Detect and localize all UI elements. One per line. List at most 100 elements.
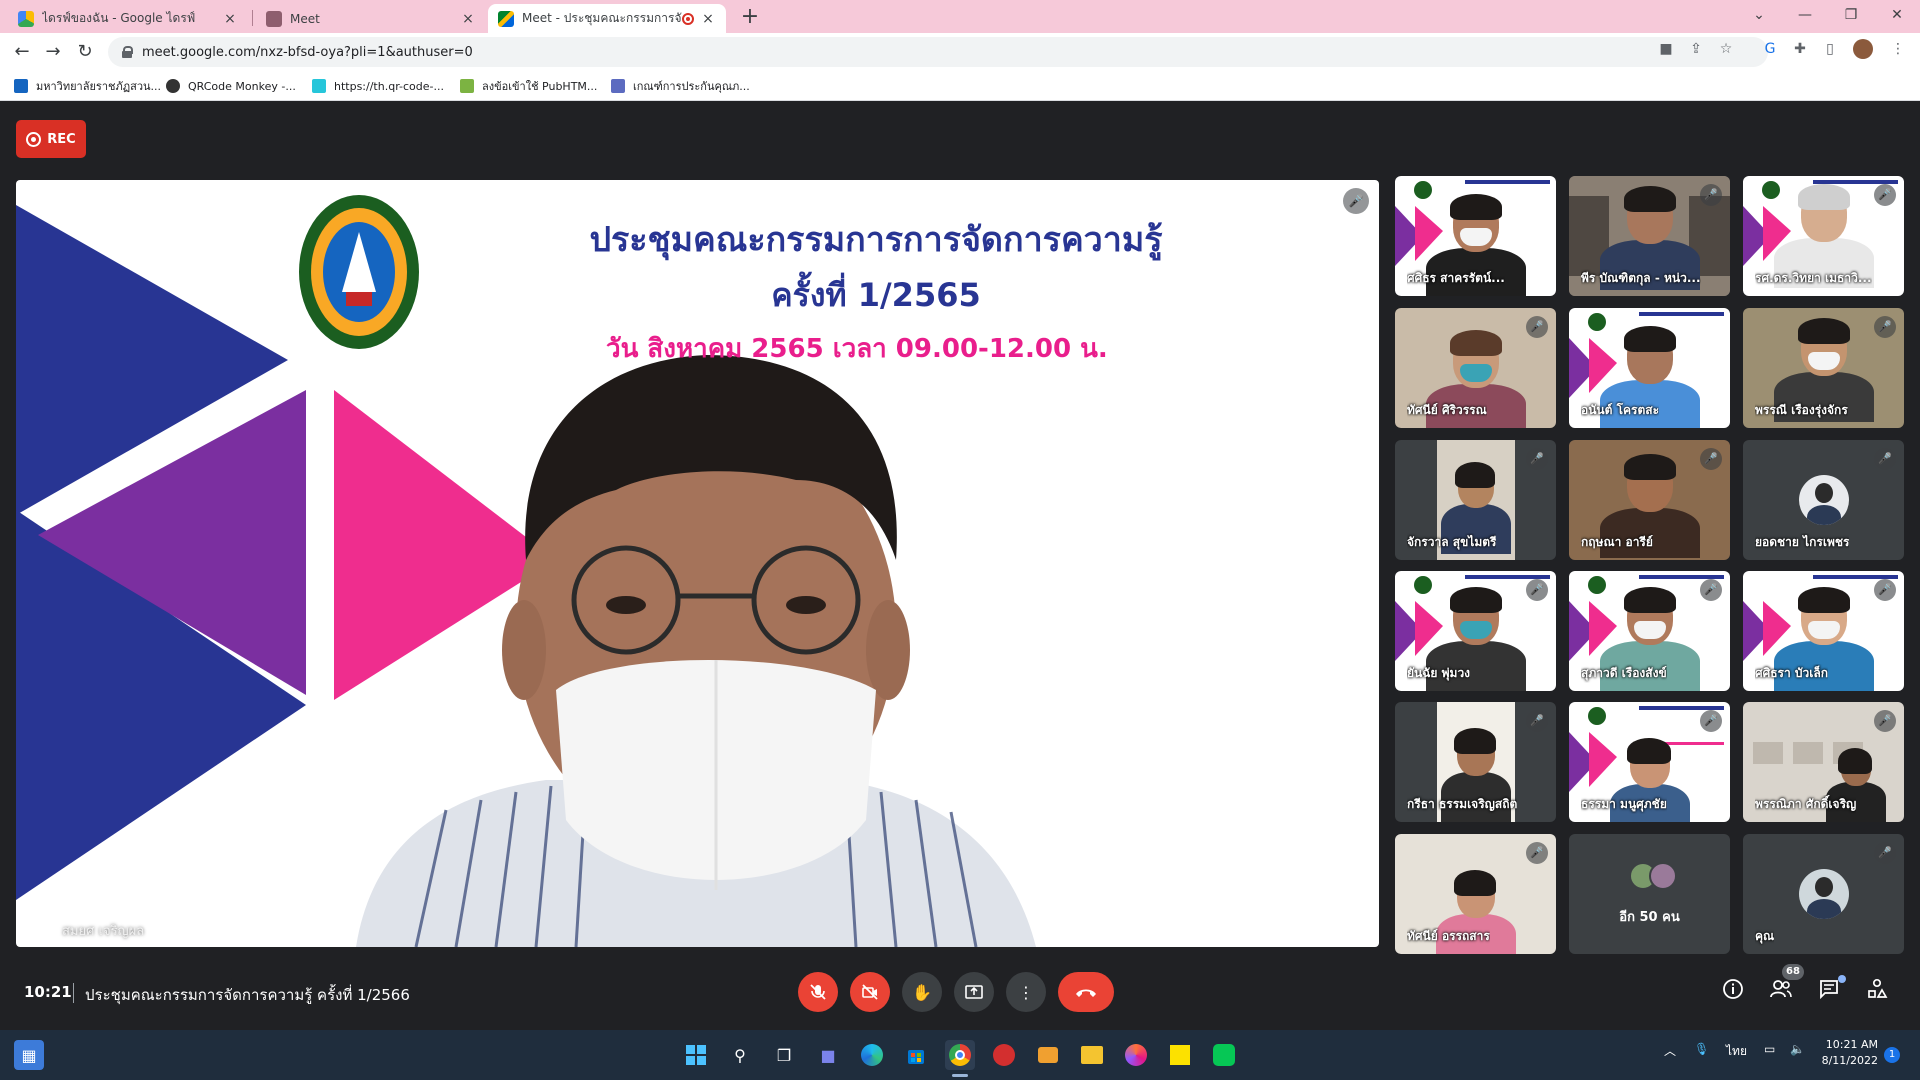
tab-meet-active[interactable]: Meet - ประชุมคณะกรรมการจัด × xyxy=(488,4,726,33)
participant-tile[interactable]: 🎤 พีร บัณฑิตกุล - หน่ว... xyxy=(1569,176,1730,296)
acrobat-icon[interactable] xyxy=(989,1040,1019,1070)
file-explorer-icon[interactable] xyxy=(1077,1040,1107,1070)
bookmark-item[interactable]: ลงข้อเข้าใช้ PubHTM... xyxy=(460,77,597,95)
tab-search-icon[interactable]: ⌄ xyxy=(1736,0,1782,30)
extensions-puzzle-icon[interactable]: ✚ xyxy=(1790,39,1810,59)
sticky-notes-icon[interactable] xyxy=(1165,1040,1195,1070)
close-tab-icon[interactable]: × xyxy=(460,11,476,27)
participant-tile[interactable]: 🎤 ยอดชาย ไกรเพชร xyxy=(1743,440,1904,560)
participant-tile[interactable]: อนันต์ โครตสะ xyxy=(1569,308,1730,428)
language-indicator[interactable]: ไทย xyxy=(1726,1042,1747,1061)
participant-tile[interactable]: 🎤 จักรวาล สุขไมตรี xyxy=(1395,440,1556,560)
qrcode-monkey-icon xyxy=(166,79,180,93)
participant-tile[interactable]: 🎤 รศ.ดร.วิทยา เมธาวิ... xyxy=(1743,176,1904,296)
edge-browser-icon[interactable] xyxy=(857,1040,887,1070)
mic-muted-icon: 🎤 xyxy=(1874,579,1896,601)
teams-chat-icon[interactable]: ■ xyxy=(813,1040,843,1070)
participant-tile[interactable]: 🎤 ทัศนีย์ อรรถสาร xyxy=(1395,834,1556,954)
minimize-icon[interactable]: — xyxy=(1782,0,1828,30)
media-player-icon[interactable] xyxy=(1033,1040,1063,1070)
participant-name: ศศิธรา บัวเล็ก xyxy=(1755,666,1828,680)
bookmark-item[interactable]: QRCode Monkey -... xyxy=(166,77,296,95)
participant-tile[interactable]: ศศิธร สาครรัตน์... xyxy=(1395,176,1556,296)
participant-tile[interactable]: 🎤 ธรรมา มนูศุภชัย xyxy=(1569,702,1730,822)
mic-muted-icon: 🎤 xyxy=(1526,842,1548,864)
lock-icon xyxy=(122,46,133,58)
more-participants-tile[interactable]: อีก 50 คน xyxy=(1569,834,1730,954)
show-hidden-icons-icon[interactable]: ︿ xyxy=(1664,1042,1676,1059)
bookmark-item[interactable]: มหาวิทยาลัยราชภัฏสวน... xyxy=(14,77,161,95)
volume-icon[interactable]: 🔈 xyxy=(1790,1042,1805,1056)
camera-in-use-icon[interactable]: ■ xyxy=(1656,39,1676,59)
activities-icon xyxy=(1868,978,1888,998)
mic-muted-icon: 🎤 xyxy=(1700,710,1722,732)
participant-tile[interactable]: 🎤 พรรณี เรืองรุ่งจักร xyxy=(1743,308,1904,428)
mic-muted-icon: 🎤 xyxy=(1526,579,1548,601)
bookmark-label: ลงข้อเข้าใช้ PubHTM... xyxy=(482,80,598,93)
close-tab-icon[interactable]: × xyxy=(222,11,238,27)
more-options-button[interactable]: ⋮ xyxy=(1006,972,1046,1012)
people-button[interactable] xyxy=(1767,978,1795,1006)
windows-start-icon[interactable] xyxy=(681,1040,711,1070)
back-icon[interactable]: ← xyxy=(9,39,35,65)
profile-avatar[interactable] xyxy=(1853,39,1873,59)
mic-muted-icon: 🎤 xyxy=(1526,448,1548,470)
bookmark-item[interactable]: เกณฑ์การประกันคุณภ... xyxy=(611,77,750,95)
system-clock[interactable]: 10:21 AM 8/11/2022 xyxy=(1818,1037,1878,1069)
search-icon[interactable]: ⚲ xyxy=(725,1040,755,1070)
participant-tile[interactable]: 🎤 กฤษณา อารีย์ xyxy=(1569,440,1730,560)
tab-meet[interactable]: Meet × xyxy=(256,4,486,33)
camera-toggle-button[interactable] xyxy=(850,972,890,1012)
close-window-icon[interactable]: ✕ xyxy=(1874,0,1920,30)
main-speaker-video[interactable]: ประชุมคณะกรรมการการจัดการความรู้ ครั้งที… xyxy=(16,180,1379,947)
bookmark-star-icon[interactable]: ☆ xyxy=(1716,39,1736,59)
microphone-toggle-button[interactable] xyxy=(798,972,838,1012)
mic-off-icon xyxy=(810,984,826,1000)
google-drive-icon xyxy=(18,10,34,27)
participant-tile[interactable]: 🎤 ยันฉัย พุ่มวง xyxy=(1395,571,1556,691)
notification-badge[interactable]: 1 xyxy=(1884,1047,1900,1063)
line-app-icon[interactable] xyxy=(1209,1040,1239,1070)
activities-button[interactable] xyxy=(1863,978,1891,1006)
reload-icon[interactable]: ↻ xyxy=(72,39,98,65)
task-view-icon[interactable]: ❐ xyxy=(769,1040,799,1070)
present-screen-button[interactable] xyxy=(954,972,994,1012)
bookmark-label: https://th.qr-code-... xyxy=(334,79,444,93)
bookmark-label: มหาวิทยาลัยราชภัฏสวน... xyxy=(36,80,162,93)
divider xyxy=(73,983,74,1003)
participant-tile[interactable]: 🎤 สุภาวดี เรืองสังข์ xyxy=(1569,571,1730,691)
chrome-menu-icon[interactable]: ⋮ xyxy=(1888,39,1908,59)
network-icon[interactable]: ▭ xyxy=(1764,1042,1775,1056)
leave-call-button[interactable] xyxy=(1058,972,1114,1012)
new-tab-button[interactable]: + xyxy=(736,4,764,32)
firefox-icon[interactable] xyxy=(1121,1040,1151,1070)
forward-icon[interactable]: → xyxy=(40,39,66,65)
side-panel-icon[interactable]: ▯ xyxy=(1820,39,1840,59)
restore-icon[interactable]: ❐ xyxy=(1828,0,1874,30)
recording-badge: REC xyxy=(16,120,86,158)
microphone-tray-icon[interactable]: 🎙 xyxy=(1694,1042,1709,1056)
participant-tile[interactable]: 🎤 ศศิธรา บัวเล็ก xyxy=(1743,571,1904,691)
mic-muted-icon: 🎤 xyxy=(1874,448,1896,470)
extension-g-icon[interactable]: G xyxy=(1760,39,1780,59)
participant-tile[interactable]: 🎤 กรีธา ธรรมเจริญสถิต xyxy=(1395,702,1556,822)
camera-off-icon xyxy=(862,984,878,1000)
participant-tile[interactable]: 🎤 ทัศนีย์ ศิริวรรณ xyxy=(1395,308,1556,428)
microsoft-store-icon[interactable] xyxy=(901,1040,931,1070)
share-icon[interactable]: ⇪ xyxy=(1686,39,1706,59)
bookmark-item[interactable]: https://th.qr-code-... xyxy=(312,77,444,95)
meeting-details-button[interactable] xyxy=(1719,978,1747,1006)
slide-date-line: วัน สิงหาคม 2565 เวลา 09.00-12.00 น. xyxy=(606,334,1108,364)
raise-hand-button[interactable]: ✋ xyxy=(902,972,942,1012)
participant-name: ศศิธร สาครรัตน์... xyxy=(1407,271,1505,285)
address-bar[interactable]: meet.google.com/nxz-bfsd-oya?pli=1&authu… xyxy=(108,37,1768,67)
tab-google-drive[interactable]: ไดรฟ์ของฉัน - Google ไดรฟ์ × xyxy=(8,4,248,33)
main-speaker-name: สมยศ เจริญผล xyxy=(62,924,145,939)
widgets-icon[interactable]: ▦ xyxy=(14,1040,44,1070)
chrome-icon[interactable] xyxy=(945,1040,975,1070)
mic-muted-icon: 🎤 xyxy=(1874,842,1896,864)
bookmark-label: เกณฑ์การประกันคุณภ... xyxy=(633,80,750,93)
self-tile[interactable]: 🎤 คุณ xyxy=(1743,834,1904,954)
participant-tile[interactable]: 🎤 พรรณิภา ศักดิ์เจริญ xyxy=(1743,702,1904,822)
close-tab-icon[interactable]: × xyxy=(700,11,716,27)
